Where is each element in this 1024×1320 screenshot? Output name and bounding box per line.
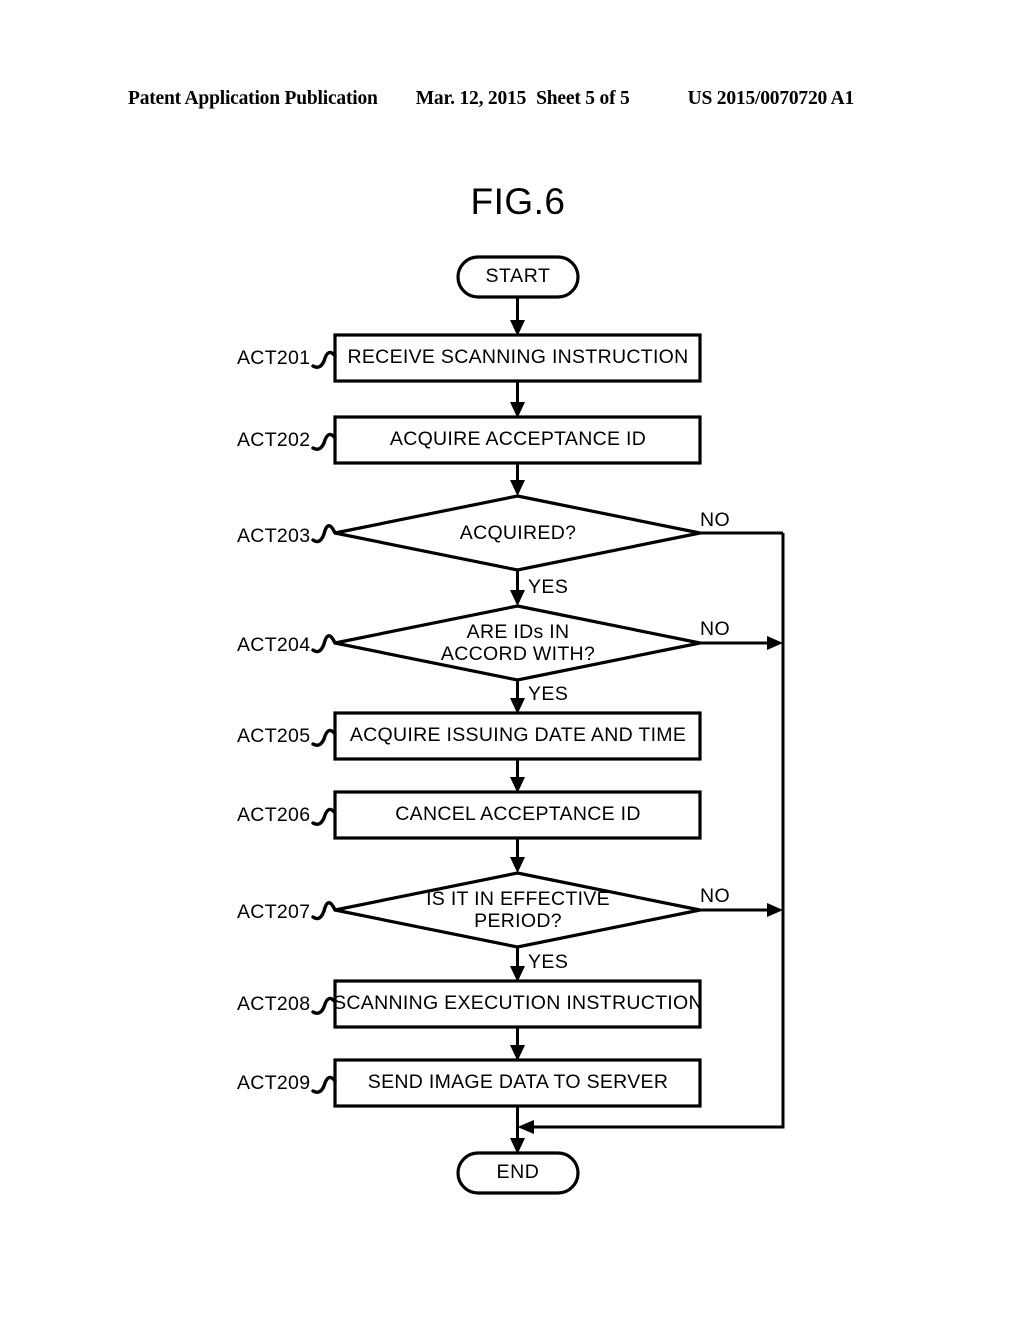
act205-leader-squiggle bbox=[311, 728, 337, 747]
act201-step-id: ACT201 bbox=[237, 347, 311, 370]
arrowhead-act207-act208 bbox=[510, 966, 525, 982]
act201-leader-squiggle bbox=[311, 350, 337, 369]
act203-no-branch-label: NO bbox=[700, 509, 731, 532]
act207-decision-label-line1: IS IT IN EFFECTIVE bbox=[426, 888, 610, 911]
act207-decision-label: IS IT IN EFFECTIVE PERIOD? bbox=[426, 888, 610, 933]
act204-leader-squiggle bbox=[311, 634, 337, 654]
arrowhead-act205-act206 bbox=[510, 777, 525, 793]
act208-step-id: ACT208 bbox=[237, 993, 311, 1016]
arrowhead-act203-act204 bbox=[510, 590, 525, 606]
arrowhead-act208-act209 bbox=[510, 1045, 525, 1061]
act204-step-id: ACT204 bbox=[237, 634, 311, 657]
act206-leader-squiggle bbox=[311, 807, 337, 826]
arrowhead-act201-act202 bbox=[510, 402, 525, 418]
figure-title: FIG.6 bbox=[470, 181, 566, 222]
act207-step-id: ACT207 bbox=[237, 901, 311, 924]
act208-process-label: SCANNING EXECUTION INSTRUCTION bbox=[333, 992, 703, 1015]
act203-decision-label: ACQUIRED? bbox=[459, 522, 577, 545]
act204-decision-label-line1: ARE IDs IN bbox=[466, 621, 570, 644]
act209-process-label: SEND IMAGE DATA TO SERVER bbox=[367, 1071, 669, 1094]
act204-no-branch-label: NO bbox=[700, 618, 731, 641]
arrowhead-start-act201 bbox=[510, 320, 525, 336]
act203-step-id: ACT203 bbox=[237, 525, 311, 548]
act201-process-label: RECEIVE SCANNING INSTRUCTION bbox=[347, 346, 689, 369]
arrowhead-act207-no bbox=[767, 903, 783, 917]
act203-leader-squiggle bbox=[311, 524, 337, 544]
act204-yes-branch-label: YES bbox=[528, 683, 569, 706]
header-date-label: Mar. 12, 2015 bbox=[415, 88, 527, 109]
act204-decision-label-line2: ACCORD WITH? bbox=[440, 643, 596, 665]
arrowhead-act202-act203 bbox=[510, 480, 525, 496]
act202-step-id: ACT202 bbox=[237, 429, 311, 452]
end-terminator-label: END bbox=[496, 1161, 540, 1184]
act202-process-label: ACQUIRE ACCEPTANCE ID bbox=[389, 428, 647, 451]
act207-yes-branch-label: YES bbox=[528, 951, 569, 974]
header-sheet-label: Sheet 5 of 5 bbox=[536, 88, 630, 109]
act208-leader-squiggle bbox=[311, 996, 337, 1015]
arrowhead-act206-act207 bbox=[510, 857, 525, 873]
act205-step-id: ACT205 bbox=[237, 725, 311, 748]
act204-decision-label: ARE IDs IN ACCORD WITH? bbox=[440, 621, 596, 666]
act207-leader-squiggle bbox=[311, 901, 337, 921]
page-header: Patent Application Publication Mar. 12, … bbox=[128, 88, 896, 114]
act206-step-id: ACT206 bbox=[237, 804, 311, 827]
act202-leader-squiggle bbox=[311, 432, 337, 451]
start-terminator-label: START bbox=[485, 265, 551, 288]
act207-decision-label-line2: PERIOD? bbox=[474, 910, 562, 932]
act206-process-label: CANCEL ACCEPTANCE ID bbox=[395, 803, 641, 826]
act203-yes-branch-label: YES bbox=[528, 576, 569, 599]
arrowhead-act204-no bbox=[767, 636, 783, 650]
act207-no-branch-label: NO bbox=[700, 885, 731, 908]
act209-leader-squiggle bbox=[311, 1075, 337, 1094]
header-publication-label: Patent Application Publication bbox=[128, 88, 378, 109]
arrowhead-bypass-merge bbox=[517, 1120, 534, 1134]
header-patent-number: US 2015/0070720 A1 bbox=[687, 88, 855, 109]
act205-process-label: ACQUIRE ISSUING DATE AND TIME bbox=[349, 724, 687, 747]
arrowhead-act204-act205 bbox=[510, 698, 525, 714]
arrowhead-end bbox=[510, 1138, 525, 1154]
act209-step-id: ACT209 bbox=[237, 1072, 311, 1095]
